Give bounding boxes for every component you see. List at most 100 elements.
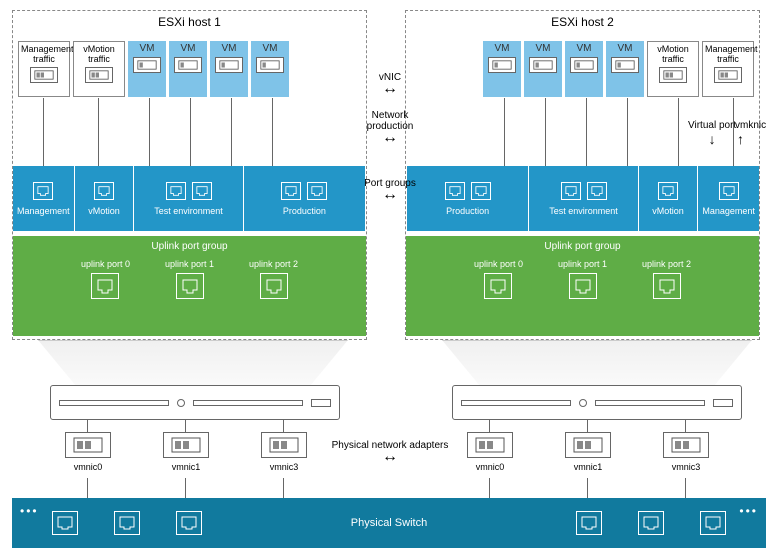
connector-line — [43, 98, 44, 166]
pnic-row-2: vmnic0 vmnic1 vmnic3 — [460, 432, 716, 472]
host1-vm-1: VM — [128, 41, 166, 97]
label-physical-adapters: Physical network adapters ↔ — [325, 440, 455, 464]
vnic-icon — [174, 57, 202, 73]
vnic-icon — [256, 57, 284, 73]
nic-card-icon — [663, 432, 709, 458]
vnic-icon — [488, 57, 516, 73]
vm-label: VM — [526, 43, 560, 54]
rack-led — [177, 399, 185, 407]
pg-vmotion: vMotion — [638, 166, 698, 231]
uplink-port-0: uplink port 0 — [81, 259, 130, 299]
host1-mgmt-traffic: Management traffic — [18, 41, 70, 97]
vnic-icon — [570, 57, 598, 73]
port-icon — [281, 182, 301, 200]
label: vmnic3 — [672, 462, 701, 472]
connector-line — [489, 420, 490, 433]
text: vmknic — [735, 120, 766, 131]
vm-label: VM — [608, 43, 642, 54]
connector-line — [190, 98, 191, 166]
host2-vm-4: VM — [483, 41, 521, 97]
double-arrow-icon: ↔ — [382, 80, 398, 97]
port-icon — [176, 273, 204, 299]
port-icon — [94, 182, 114, 200]
host2-portgroups: Management vMotion Test environment Prod… — [406, 166, 759, 231]
rack-slot — [193, 400, 303, 406]
server-2 — [452, 385, 742, 420]
switch-ports-right — [576, 511, 726, 535]
port-pair — [561, 182, 607, 200]
ethernet-port-icon — [176, 511, 202, 535]
connector-line — [489, 478, 490, 498]
port-icon — [33, 182, 53, 200]
vmnic3: vmnic3 — [254, 432, 314, 472]
host2-vm-1: VM — [606, 41, 644, 97]
connector-line — [87, 420, 88, 433]
label: Production — [446, 206, 489, 216]
vmnic3: vmnic3 — [656, 432, 716, 472]
pg-vmotion: vMotion — [75, 166, 135, 231]
vnic-icon — [529, 57, 557, 73]
label: vmnic3 — [270, 462, 299, 472]
port-icon — [307, 182, 327, 200]
connector-line — [587, 420, 588, 433]
host2-vm-3: VM — [524, 41, 562, 97]
label: uplink port 0 — [474, 259, 523, 269]
nic-card-icon — [565, 432, 611, 458]
uplink-port-2: uplink port 2 — [249, 259, 298, 299]
double-arrow-icon: ↔ — [382, 186, 398, 203]
uplink-port-2: uplink port 2 — [642, 259, 691, 299]
ethernet-port-icon — [114, 511, 140, 535]
port-icon — [569, 273, 597, 299]
label: vMotion — [88, 206, 120, 216]
nic-icon — [30, 67, 58, 83]
nic-icon — [659, 67, 687, 83]
host1-vmotion-traffic: vMotion traffic — [73, 41, 125, 97]
nic-icon — [85, 67, 113, 83]
vnic-icon — [133, 57, 161, 73]
label: vmnic1 — [574, 462, 603, 472]
port-icon — [91, 273, 119, 299]
label-vnic: vNIC ↔ — [350, 72, 430, 96]
ethernet-port-icon — [638, 511, 664, 535]
physical-switch-label: Physical Switch — [351, 517, 427, 529]
nic-card-icon — [467, 432, 513, 458]
dots-icon: ••• — [20, 504, 39, 518]
connector-line — [185, 420, 186, 433]
port-icon — [587, 182, 607, 200]
rack-slot — [461, 400, 571, 406]
host-2-top-row: Management traffic vMotion traffic VM VM… — [483, 41, 754, 101]
nic-card-icon — [65, 432, 111, 458]
label: Management traffic — [705, 44, 751, 64]
server-1 — [50, 385, 340, 420]
vmnic1: vmnic1 — [558, 432, 618, 472]
rack-slot — [59, 400, 169, 406]
uplink-port-1: uplink port 1 — [165, 259, 214, 299]
port-icon — [561, 182, 581, 200]
port-pair — [445, 182, 491, 200]
connector-line — [627, 98, 628, 166]
switch-ports-left — [52, 511, 202, 535]
label: uplink port 1 — [558, 259, 607, 269]
vm-label: VM — [567, 43, 601, 54]
connector-line — [685, 478, 686, 498]
connector-line — [283, 420, 284, 433]
label: uplink port 2 — [249, 259, 298, 269]
pg-management: Management — [13, 166, 75, 231]
label: uplink port 0 — [81, 259, 130, 269]
connector-line — [272, 98, 273, 166]
port-icon — [653, 273, 681, 299]
connector-line — [98, 98, 99, 166]
host-1-title: ESXi host 1 — [13, 11, 366, 33]
label: uplink port 1 — [165, 259, 214, 269]
uplink-ports: uplink port 0 uplink port 1 uplink port … — [406, 259, 759, 299]
port-icon — [484, 273, 512, 299]
pg-test: Test environment — [134, 166, 243, 231]
connector-line — [283, 478, 284, 498]
connector-line — [87, 478, 88, 498]
connector-line — [678, 98, 679, 166]
vnic-icon — [611, 57, 639, 73]
vm-label: VM — [253, 43, 287, 54]
uplink-title: Uplink port group — [13, 236, 366, 257]
funnel-2 — [442, 340, 752, 385]
ethernet-port-icon — [576, 511, 602, 535]
